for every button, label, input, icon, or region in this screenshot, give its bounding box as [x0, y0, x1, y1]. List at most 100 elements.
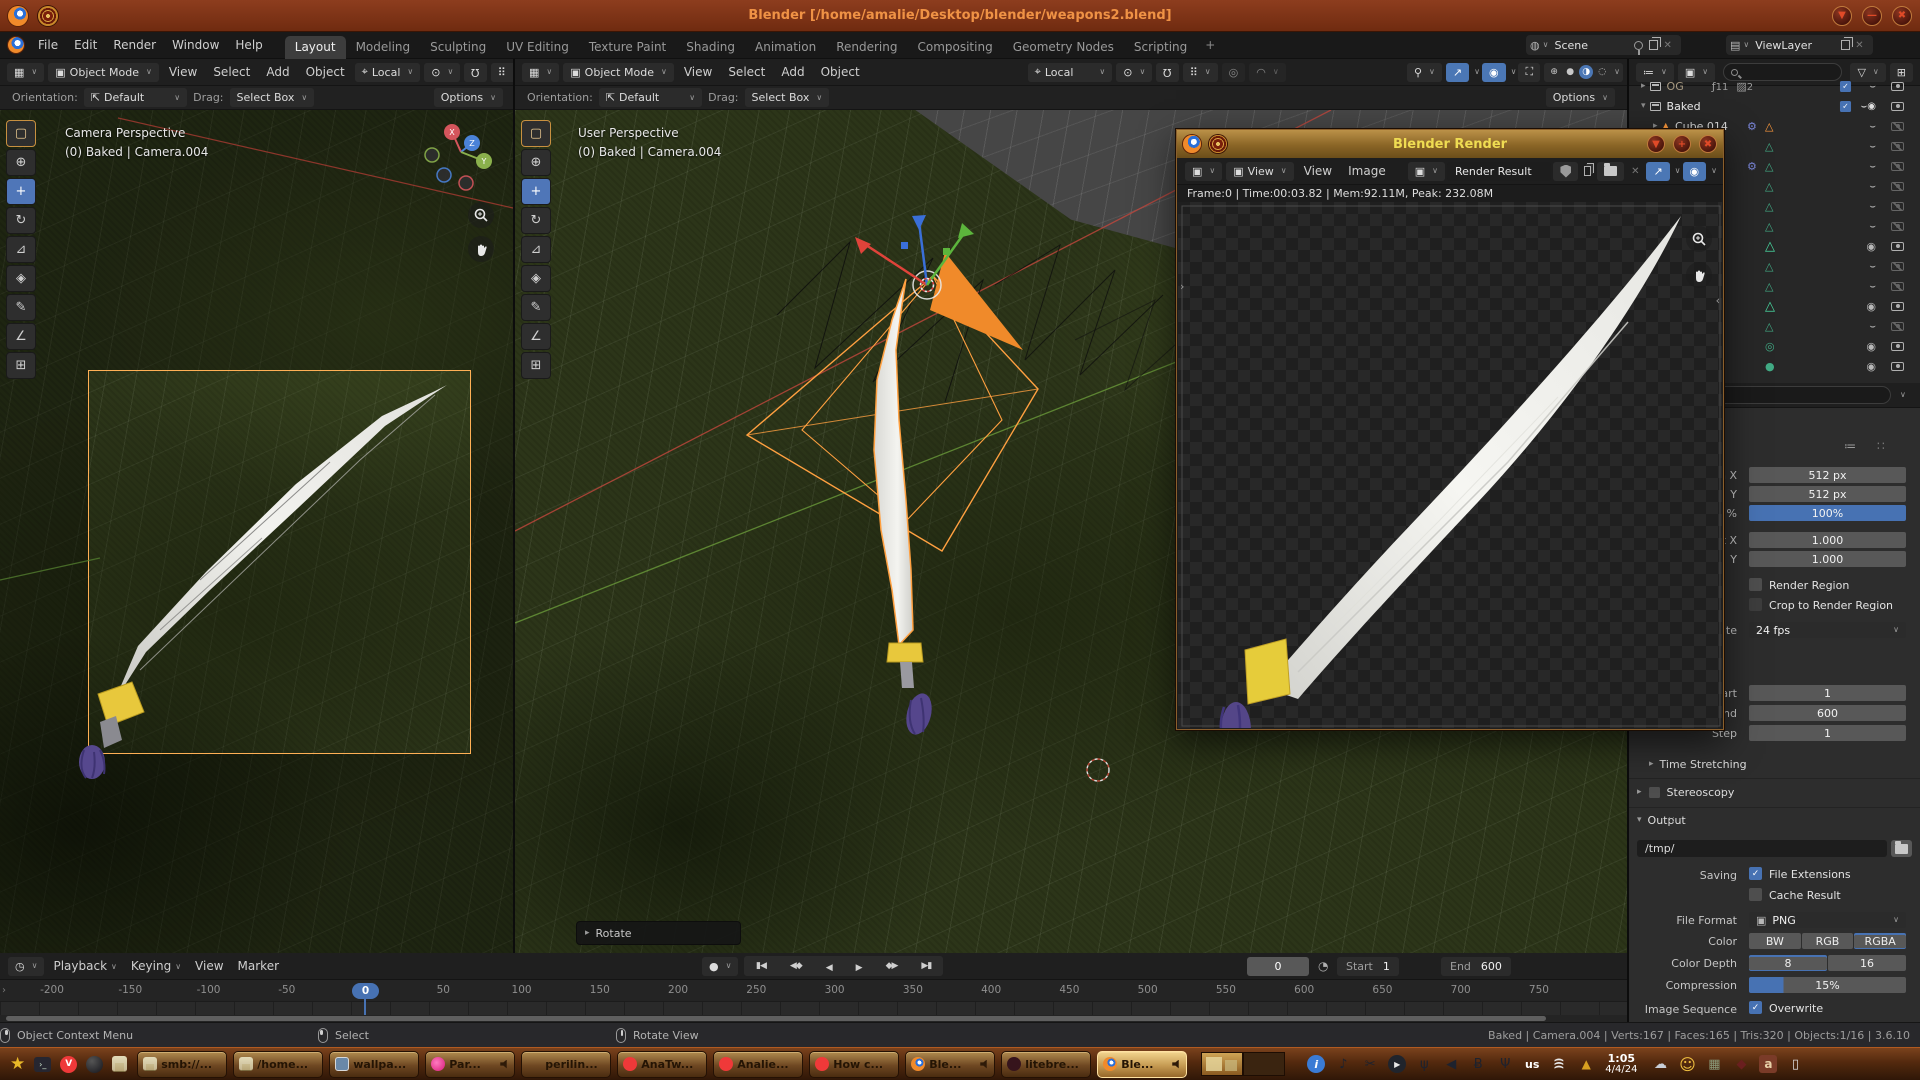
select-box-tool[interactable]: ▢	[6, 120, 36, 147]
topbar-menu[interactable]: Help	[227, 38, 270, 52]
cache-result-checkbox[interactable]	[1749, 888, 1762, 901]
proportional-falloff-dropdown[interactable]: ◠∨	[1249, 63, 1285, 82]
pivot-point-dropdown[interactable]: ⊙∨	[424, 63, 460, 82]
browser-launcher-icon[interactable]: V	[60, 1056, 77, 1073]
orientation-dropdown[interactable]: ⇱ Default∨	[599, 88, 702, 107]
hide-icon[interactable]	[1866, 340, 1876, 353]
microphone-tray-icon[interactable]: ψ	[1415, 1055, 1433, 1073]
topbar-menu[interactable]: Window	[164, 38, 227, 52]
show-overlays-toggle[interactable]: ◉	[1482, 63, 1506, 82]
prev-keyframe-button[interactable]: ◀◆	[778, 961, 814, 971]
output-panel[interactable]: ▾Output ∷	[1637, 811, 1686, 829]
snap-toggle[interactable]: Ω	[1156, 63, 1178, 82]
expand-region-icon[interactable]: ›	[2, 985, 6, 996]
pan-image-button[interactable]	[1686, 262, 1712, 288]
render-visibility-icon[interactable]	[1891, 182, 1904, 191]
timeline-menu[interactable]: Marker∨	[231, 959, 286, 973]
orientation-dropdown[interactable]: ⇱ Default∨	[84, 88, 187, 107]
render-visibility-icon[interactable]	[1891, 162, 1904, 171]
window-list-tray-icon[interactable]: ▯	[1786, 1055, 1804, 1073]
overwrite-checkbox[interactable]: ✓	[1749, 1001, 1762, 1014]
render-visibility-icon[interactable]	[1891, 262, 1904, 271]
workspace-tab[interactable]: Shading	[676, 36, 745, 59]
viewport-menu[interactable]: Object	[813, 65, 868, 79]
workspace-1[interactable]	[1201, 1052, 1243, 1076]
timeline-menu[interactable]: View∨	[188, 959, 230, 973]
info-tray-icon[interactable]: i	[1307, 1055, 1325, 1073]
snap-toggle[interactable]: Ω	[464, 63, 486, 82]
auto-keying-toggle[interactable]: ●∨	[702, 957, 738, 976]
annotate-tool[interactable]: ✎	[521, 294, 551, 321]
wireframe-shading-button[interactable]: ⊕	[1547, 65, 1561, 79]
hide-icon[interactable]	[1869, 141, 1876, 152]
music-tray-icon[interactable]: ♪	[1334, 1055, 1352, 1073]
collection-checkbox[interactable]: ✓	[1840, 80, 1851, 91]
crop-region-checkbox[interactable]	[1749, 598, 1762, 611]
render-window-titlebar[interactable]: Blender Render ▼ + ✖	[1177, 130, 1723, 158]
unlink-image-icon[interactable]: ✕	[1626, 166, 1644, 177]
display-mode-dropdown[interactable]: ▣ View∨	[1226, 162, 1293, 181]
render-visibility-icon[interactable]	[1891, 82, 1904, 91]
render-region-checkbox[interactable]	[1749, 578, 1762, 591]
color-depth-button[interactable]: 8	[1749, 955, 1827, 971]
proportional-edit-toggle[interactable]: ◎	[1222, 63, 1246, 82]
scene-selector[interactable]: ◍∨ Scene ✕	[1526, 35, 1681, 55]
viewport-menu[interactable]: View	[161, 65, 205, 79]
editor-type-button[interactable]: ▦∨	[7, 63, 44, 82]
hide-icon[interactable]	[1869, 281, 1876, 292]
shade-window-button[interactable]: ▼	[1832, 6, 1852, 26]
remove-viewlayer-icon[interactable]: ✕	[1850, 40, 1868, 51]
move-tool[interactable]: +	[6, 178, 36, 205]
rendered-shading-button[interactable]: ◌	[1595, 65, 1609, 79]
new-viewlayer-icon[interactable]	[1841, 40, 1850, 50]
framerate-dropdown[interactable]: 24 fps∨	[1749, 622, 1906, 638]
xray-toggle[interactable]: ⛶	[1518, 63, 1540, 82]
compression-slider[interactable]: 15%	[1749, 977, 1906, 993]
annotate-tool[interactable]: ✎	[6, 294, 36, 321]
show-overlays-toggle[interactable]: ◉	[1683, 162, 1707, 181]
aspect-x-field[interactable]: 1.000	[1749, 532, 1906, 548]
keyboard-layout-indicator[interactable]: us	[1523, 1055, 1541, 1073]
hide-icon[interactable]	[1869, 201, 1876, 212]
hide-icon[interactable]	[1869, 221, 1876, 232]
workspace-tab[interactable]: Modeling	[346, 36, 421, 59]
stereoscopy-panel[interactable]: ▸ Stereoscopy∷	[1637, 783, 1734, 801]
scene-name[interactable]: Scene	[1548, 39, 1634, 52]
media-launcher-icon[interactable]	[86, 1056, 103, 1073]
add-workspace-button[interactable]: +	[1197, 38, 1223, 52]
image-browse-dropdown[interactable]: ▣∨	[1408, 162, 1445, 181]
render-visibility-icon[interactable]	[1891, 142, 1904, 151]
hide-icon[interactable]	[1866, 240, 1876, 253]
file-format-dropdown[interactable]: ▣PNG∨	[1749, 912, 1906, 928]
show-gizmo-toggle[interactable]: ↗	[1446, 63, 1469, 82]
hide-icon[interactable]: ◉	[1861, 101, 1876, 112]
frame-end-field[interactable]: 600	[1749, 705, 1906, 721]
render-visibility-icon[interactable]	[1891, 202, 1904, 211]
zoom-image-button[interactable]	[1686, 226, 1712, 252]
transform-tool[interactable]: ◈	[6, 265, 36, 292]
fake-user-button[interactable]	[1553, 162, 1578, 181]
time-stretching-panel[interactable]: ▸Time Stretching	[1649, 755, 1747, 773]
cursor-tool[interactable]: ⊕	[6, 149, 36, 176]
hide-icon[interactable]	[1866, 300, 1876, 313]
resolution-pct-field[interactable]: 100%	[1749, 505, 1906, 521]
properties-filter-dropdown[interactable]: ∨	[1900, 391, 1906, 399]
rotate-tool[interactable]: ↻	[6, 207, 36, 234]
render-visibility-icon[interactable]	[1891, 102, 1904, 111]
timeline-menu[interactable]: Keying∨	[124, 959, 188, 973]
viewlayer-selector[interactable]: ▤∨ ViewLayer ✕	[1726, 35, 1873, 55]
current-frame-field[interactable]: 0	[1247, 957, 1309, 976]
frame-end-field[interactable]: End600	[1441, 957, 1511, 976]
shield-tray-icon[interactable]: ◆	[1732, 1055, 1750, 1073]
collection-row-og[interactable]: ▸ OG ƒ11 ▨2 ✓	[1629, 76, 1920, 96]
taskbar-window-button[interactable]: Analie...	[713, 1051, 803, 1078]
viewlayer-name[interactable]: ViewLayer	[1749, 39, 1835, 52]
blender-menu-icon[interactable]	[8, 37, 24, 53]
calculator-tray-icon[interactable]: ▦	[1705, 1055, 1723, 1073]
render-visibility-icon[interactable]	[1891, 342, 1904, 351]
transform-orientation-dropdown[interactable]: ⌖ Local∨	[1028, 63, 1113, 82]
hide-icon[interactable]	[1869, 161, 1876, 172]
hide-icon[interactable]	[1869, 121, 1876, 132]
workspace-tab[interactable]: Sculpting	[420, 36, 496, 59]
object-visibility-dropdown[interactable]: ⚲∨	[1407, 63, 1442, 82]
